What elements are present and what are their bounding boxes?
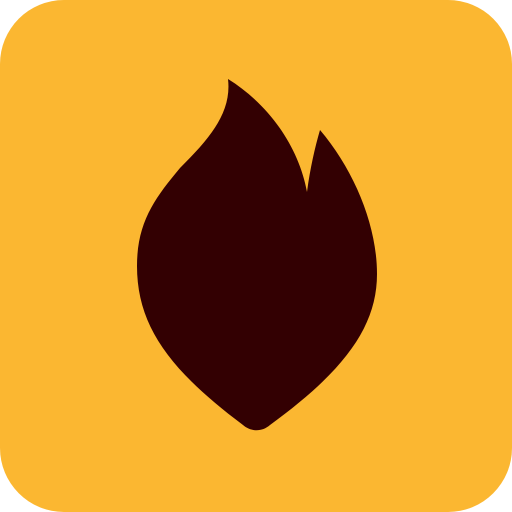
flame-icon [0, 0, 512, 512]
flame-shape [137, 79, 377, 431]
app-icon[interactable] [0, 0, 512, 512]
